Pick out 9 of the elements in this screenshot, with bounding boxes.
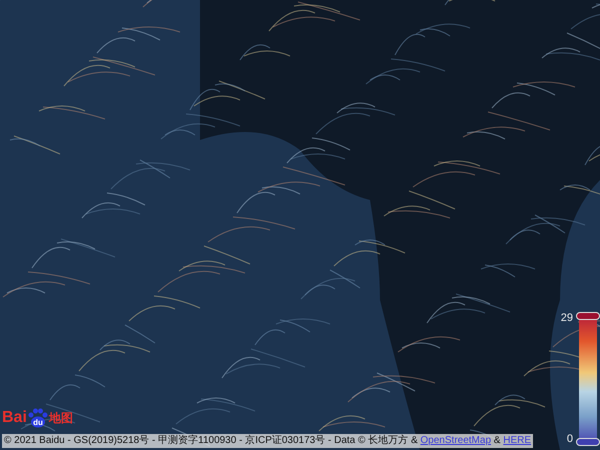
logo-text: 地图 — [48, 410, 73, 426]
attribution-link[interactable]: HERE — [503, 435, 532, 446]
attribution-link[interactable]: OpenStreetMap — [420, 435, 492, 446]
range-handle[interactable] — [576, 312, 600, 320]
attribution-text: © 2021 Baidu - GS(2019)5218号 - 甲测资字1100930 - 京ICP证030173号 - Data © 长地万方 & OpenStreetMap & HERE — [2, 434, 534, 448]
legend-max-label: 29 — [560, 312, 573, 325]
legend-min-label: 0 — [566, 433, 573, 446]
logo-text: Bai — [2, 409, 27, 427]
range-handle[interactable] — [576, 438, 600, 446]
